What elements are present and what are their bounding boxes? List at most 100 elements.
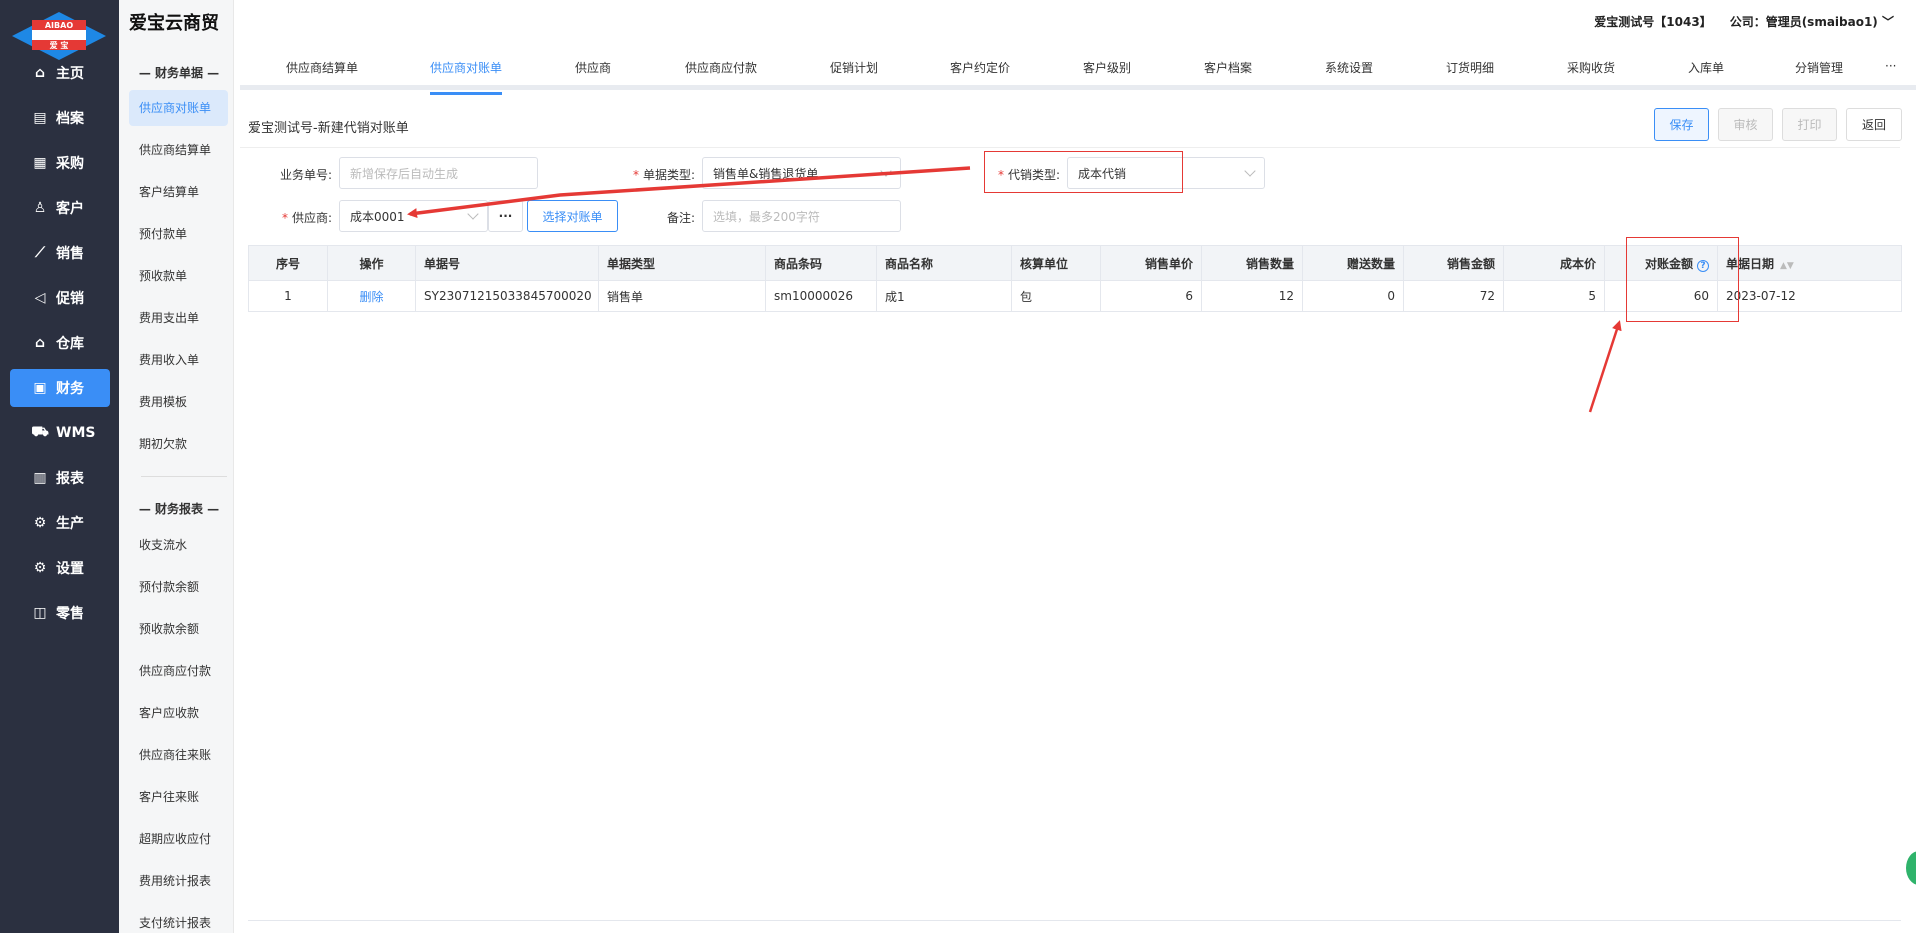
col-header-index: 序号 <box>248 245 328 281</box>
col-header-docno: 单据号 <box>415 245 599 281</box>
gear-icon: ⚙ <box>33 560 47 576</box>
supplier-label-text: 供应商: <box>291 211 332 225</box>
subnav-item[interactable]: 预付款余额 <box>129 569 228 605</box>
nav-item-1[interactable]: ▤ 档案 <box>10 99 110 137</box>
bizno-input[interactable]: 新增保存后自动生成 <box>339 157 538 189</box>
divider <box>141 476 227 477</box>
tab-item[interactable]: 分销管理 <box>1795 59 1843 76</box>
cell-product: 成1 <box>876 280 1012 312</box>
col-header-gift: 赠送数量 <box>1302 245 1404 281</box>
subnav-item[interactable]: 供应商对账单 <box>129 90 228 126</box>
nav-item-12[interactable]: ◫ 零售 <box>10 594 110 632</box>
subnav-item[interactable]: 支付统计报表 <box>129 905 228 941</box>
tab-item[interactable]: 促销计划 <box>830 59 878 76</box>
archive-icon: ▤ <box>33 110 47 126</box>
doctype-label: * 单据类型: <box>610 166 695 183</box>
print-button[interactable]: 打印 <box>1782 108 1837 141</box>
subnav-item[interactable]: 客户往来账 <box>129 779 228 815</box>
chevron-down-icon <box>1244 165 1256 177</box>
section-title-finance-docs: — 财务单据 — <box>138 66 220 80</box>
tab-item[interactable]: 采购收货 <box>1567 59 1615 76</box>
col-header-unit: 核算单位 <box>1011 245 1101 281</box>
subnav-item[interactable]: 供应商往来账 <box>129 737 228 773</box>
tab-item[interactable]: ··· <box>1885 59 1896 73</box>
remark-label: 备注: <box>666 211 695 225</box>
nav-item-4[interactable]: ⟋ 销售 <box>10 234 110 272</box>
cell-doctype: 销售单 <box>598 280 766 312</box>
tab-item[interactable]: 系统设置 <box>1325 59 1373 76</box>
tab-item[interactable]: 客户约定价 <box>950 59 1010 76</box>
header-account-area: 爱宝测试号【1043】 公司：管理员(smaibao1) ﹀ <box>1594 13 1894 30</box>
page-title: 爱宝测试号-新建代销对账单 <box>248 121 409 136</box>
production-icon: ⚙ <box>33 515 47 531</box>
col-header-amount: 销售金额 <box>1403 245 1504 281</box>
subnav-item[interactable]: 期初欠款 <box>129 426 228 462</box>
col-header-product: 商品名称 <box>876 245 1012 281</box>
account-name: 爱宝测试号【1043】 <box>1594 15 1712 29</box>
save-button[interactable]: 保存 <box>1654 108 1709 141</box>
subnav-item[interactable]: 客户结算单 <box>129 174 228 210</box>
sort-icon[interactable]: ▲▼ <box>1780 261 1794 271</box>
tab-item[interactable]: 客户级别 <box>1083 59 1131 76</box>
tab-item[interactable]: 供应商对账单 <box>430 59 503 95</box>
nav-item-6[interactable]: ⌂ 仓库 <box>10 324 110 362</box>
supplier-select[interactable]: 成本0001 <box>339 200 488 232</box>
subnav-item[interactable]: 供应商应付款 <box>129 653 228 689</box>
company-user-menu[interactable]: 公司：管理员(smaibao1) ﹀ <box>1730 13 1894 30</box>
nav-item-5[interactable]: ◁ 促销 <box>10 279 110 317</box>
delete-link[interactable]: 删除 <box>327 280 416 312</box>
subnav-item[interactable]: 费用支出单 <box>129 300 228 336</box>
floating-help-badge[interactable] <box>1904 849 1916 887</box>
subnav-item[interactable]: 供应商结算单 <box>129 132 228 168</box>
nav-item-8[interactable]: ⛟ WMS <box>10 414 110 452</box>
tab-item[interactable]: 供应商应付款 <box>685 59 757 76</box>
nav-item-11[interactable]: ⚙ 设置 <box>10 549 110 587</box>
user-icon: ♙ <box>33 200 47 216</box>
tab-item[interactable]: 入库单 <box>1688 59 1724 76</box>
subnav-item[interactable]: 费用统计报表 <box>129 863 228 899</box>
bizno-label: 业务单号: <box>279 168 332 182</box>
warehouse-icon: ⌂ <box>34 335 46 351</box>
tab-item[interactable]: 供应商结算单 <box>286 59 358 76</box>
home-icon: ⌂ <box>34 65 46 81</box>
tab-item[interactable]: 订货明细 <box>1446 59 1494 76</box>
cell-docno: SY23071215033845700020 <box>415 280 599 312</box>
doctype-select[interactable]: 销售单&销售退货单 <box>702 157 901 189</box>
supplier-value: 成本0001 <box>350 209 405 224</box>
required-mark: * <box>281 211 288 225</box>
select-statement-button[interactable]: 选择对账单 <box>527 200 618 232</box>
nav-item-9[interactable]: ▥ 报表 <box>10 459 110 497</box>
col-header-action: 操作 <box>327 245 416 281</box>
subnav-item[interactable]: 预收款余额 <box>129 611 228 647</box>
tab-item[interactable]: 供应商 <box>575 59 611 76</box>
supplier-more-button[interactable]: ··· <box>488 200 523 232</box>
tab-item[interactable]: 客户档案 <box>1204 59 1252 76</box>
col-header-date[interactable]: 单据日期 ▲▼ <box>1717 245 1902 281</box>
nav-item-0[interactable]: ⌂ 主页 <box>10 54 110 92</box>
nav-item-3[interactable]: ♙ 客户 <box>10 189 110 227</box>
divider <box>240 147 1900 148</box>
back-button[interactable]: 返回 <box>1846 108 1902 141</box>
nav-item-2[interactable]: ▦ 采购 <box>10 144 110 182</box>
nav-item-label: 零售 <box>56 606 84 622</box>
subnav-item[interactable]: 收支流水 <box>129 527 228 563</box>
nav-item-10[interactable]: ⚙ 生产 <box>10 504 110 542</box>
chevron-down-icon <box>880 165 892 177</box>
subnav-item[interactable]: 客户应收款 <box>129 695 228 731</box>
col-header-cost: 成本价 <box>1503 245 1605 281</box>
subnav-item[interactable]: 超期应收应付 <box>129 821 228 857</box>
bar-chart-icon: ▥ <box>33 470 47 486</box>
nav-item-label: 财务 <box>56 381 84 397</box>
nav-item-7[interactable]: ▣ 财务 <box>10 369 110 407</box>
divider <box>248 920 1901 921</box>
subnav-item[interactable]: 预付款单 <box>129 216 228 252</box>
subnav-item[interactable]: 费用收入单 <box>129 342 228 378</box>
subnav-item[interactable]: 费用模板 <box>129 384 228 420</box>
annotation-arrows <box>407 166 1622 413</box>
nav-item-label: 档案 <box>56 111 84 127</box>
remark-input[interactable]: 选填，最多200字符 <box>702 200 901 232</box>
cell-cost: 5 <box>1503 280 1605 312</box>
nav-item-label: 促销 <box>56 291 84 307</box>
audit-button[interactable]: 审核 <box>1718 108 1773 141</box>
subnav-item[interactable]: 预收款单 <box>129 258 228 294</box>
